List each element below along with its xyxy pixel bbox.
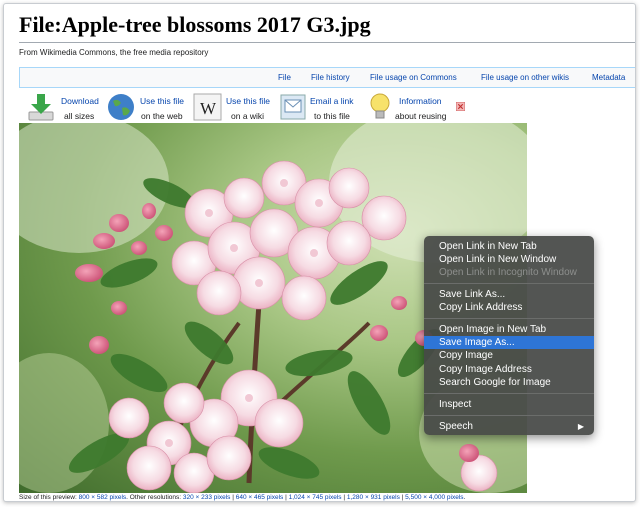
tab-metadata[interactable]: Metadata — [592, 73, 625, 82]
menu-speech-label: Speech — [439, 421, 473, 432]
download-tool[interactable]: Download all sizes — [26, 92, 104, 124]
reuse-info-sublabel: about reusing — [395, 111, 447, 121]
file-tabs: File File history File usage on Commons … — [19, 67, 635, 88]
context-menu: Open Link in New Tab Open Link in New Wi… — [424, 236, 594, 435]
use-on-wiki-label[interactable]: Use this file — [226, 96, 270, 106]
preview-size-link[interactable]: 800 × 582 pixels — [79, 494, 127, 501]
resolution-link-5500[interactable]: 5,500 × 4,000 pixels — [405, 494, 463, 501]
submenu-arrow-icon: ▶ — [577, 422, 584, 431]
menu-open-link-new-window[interactable]: Open Link in New Window — [424, 253, 594, 266]
reuse-info-label[interactable]: Information — [399, 96, 442, 106]
download-label[interactable]: Download — [61, 96, 99, 106]
resolution-link-320[interactable]: 320 × 233 pixels — [183, 494, 231, 501]
tab-file-usage-other-wikis[interactable]: File usage on other wikis — [481, 73, 569, 82]
menu-copy-image-address[interactable]: Copy Image Address — [424, 363, 594, 376]
caption-mid: . Other resolutions: — [126, 494, 182, 501]
tab-file[interactable]: File — [278, 73, 291, 82]
menu-open-link-incognito: Open Link in Incognito Window — [439, 267, 577, 278]
preview-size-caption: Size of this preview: 800 × 582 pixels. … — [19, 494, 465, 501]
title-divider — [19, 42, 635, 43]
use-on-web-tool[interactable]: Use this file on the web — [106, 92, 190, 124]
tab-file-history[interactable]: File history — [311, 73, 350, 82]
globe-icon — [108, 94, 134, 120]
caption-separator: | — [285, 494, 287, 501]
menu-open-image-new-tab[interactable]: Open Image in New Tab — [424, 323, 594, 336]
menu-separator — [424, 318, 594, 319]
svg-text:W: W — [200, 99, 217, 118]
tab-file-usage-commons[interactable]: File usage on Commons — [370, 73, 457, 82]
menu-open-link-new-tab[interactable]: Open Link in New Tab — [424, 240, 594, 253]
email-link-tool[interactable]: Email a link to this file — [279, 92, 359, 124]
page-subtitle: From Wikimedia Commons, the free media r… — [19, 48, 209, 57]
caption-separator: | — [232, 494, 234, 501]
page-title: File:Apple-tree blossoms 2017 G3.jpg — [19, 12, 371, 37]
caption-prefix: Size of this preview: — [19, 494, 77, 501]
resolution-link-640[interactable]: 640 × 465 pixels — [236, 494, 284, 501]
use-on-wiki-tool[interactable]: W Use this file on a wiki — [193, 92, 277, 124]
resolution-link-1024[interactable]: 1,024 × 745 pixels — [289, 494, 342, 501]
menu-separator — [424, 283, 594, 284]
caption-separator: | — [343, 494, 346, 501]
lightbulb-icon — [370, 93, 390, 119]
email-icon — [280, 94, 306, 120]
close-icon[interactable] — [456, 102, 465, 111]
menu-speech[interactable]: Speech ▶ — [424, 420, 594, 433]
use-on-web-label[interactable]: Use this file — [140, 96, 184, 106]
menu-save-link-as[interactable]: Save Link As... — [424, 288, 594, 301]
reuse-info-tool[interactable]: Information about reusing — [365, 92, 451, 124]
use-on-wiki-sublabel: on a wiki — [231, 111, 265, 121]
menu-separator — [424, 393, 594, 394]
download-sublabel: all sizes — [64, 111, 95, 121]
menu-search-google-image[interactable]: Search Google for Image — [424, 376, 594, 389]
caption-end: . — [463, 494, 466, 501]
use-on-web-sublabel: on the web — [141, 111, 183, 121]
email-link-sublabel: to this file — [314, 111, 350, 121]
download-icon — [28, 94, 54, 121]
wikipedia-icon: W — [193, 93, 222, 121]
menu-save-image-as[interactable]: Save Image As... — [424, 336, 594, 349]
menu-inspect[interactable]: Inspect — [424, 398, 594, 411]
menu-copy-link-address[interactable]: Copy Link Address — [424, 301, 594, 314]
email-link-label[interactable]: Email a link — [310, 96, 353, 106]
menu-separator — [424, 415, 594, 416]
resolution-link-1280[interactable]: 1,280 × 931 pixels — [347, 494, 400, 501]
caption-separator: | — [401, 494, 404, 501]
menu-copy-image[interactable]: Copy Image — [424, 349, 594, 362]
